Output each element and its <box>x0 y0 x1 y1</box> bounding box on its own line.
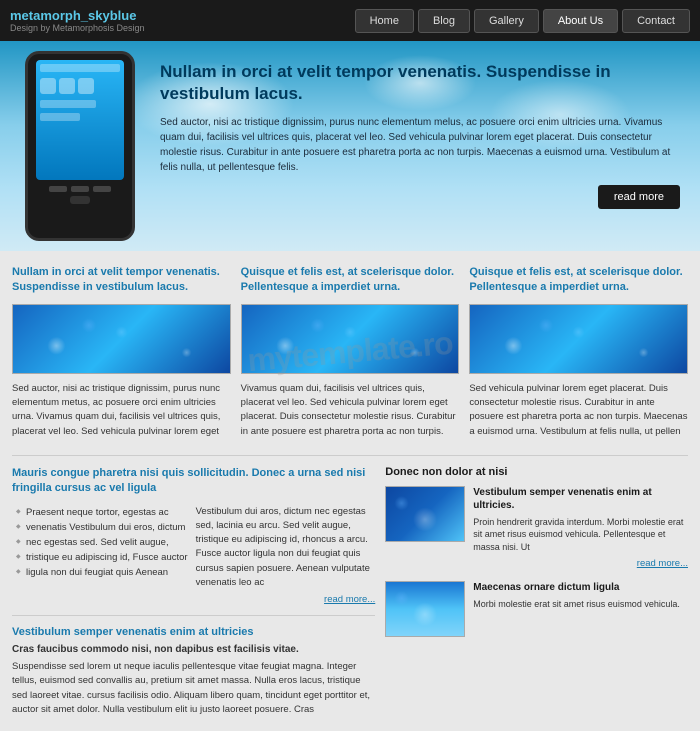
section2-body: Suspendisse sed lorem ut neque iaculis p… <box>12 660 375 717</box>
nav-contact[interactable]: Contact <box>622 9 690 33</box>
bullet-item-5: ligula non dui feugiat quis Aenean <box>16 565 188 580</box>
col2-image-bubbles <box>242 305 459 373</box>
col2-heading: Quisque et felis est, at scelerisque dol… <box>241 265 460 296</box>
phone-icon-1 <box>40 78 56 94</box>
col-3: Quisque et felis est, at scelerisque dol… <box>469 265 688 439</box>
hero-heading: Nullam in orci at velit tempor venenatis… <box>160 61 680 105</box>
site-subtitle: Design by Metamorphosis Design <box>10 23 347 33</box>
right-item-text-1: Vestibulum semper venenatis enim at ultr… <box>473 486 688 569</box>
divider-2 <box>12 615 375 616</box>
nav-gallery[interactable]: Gallery <box>474 9 539 33</box>
nav: Home Blog Gallery About Us Contact <box>355 9 690 33</box>
read-more-link-1[interactable]: read more... <box>196 594 376 605</box>
section2-subtitle: Cras faucibus commodo nisi, non dapibus … <box>12 644 375 655</box>
three-col: Nullam in orci at velit tempor venenatis… <box>12 265 688 439</box>
phone-btn-2[interactable] <box>71 186 89 192</box>
phone-btn-3[interactable] <box>93 186 111 192</box>
phone-btn-row <box>49 186 111 192</box>
bullet-item-2: venenatis Vestibulum dui eros, dictum <box>16 520 188 535</box>
site-title-block: metamorph_skyblue Design by Metamorphosi… <box>10 8 347 33</box>
phone-icon-3 <box>78 78 94 94</box>
phone-screen <box>36 60 124 180</box>
phone-bar-1 <box>40 64 120 72</box>
section2-title: Vestibulum semper venenatis enim at ultr… <box>12 626 375 638</box>
bottom-left-col-text-wrap: Vestibulum dui aros, dictum nec egestas … <box>196 505 376 606</box>
right-item-text-2: Maecenas ornare dictum ligula Morbi mole… <box>473 581 680 637</box>
col1-heading: Nullam in orci at velit tempor venenatis… <box>12 265 231 296</box>
header: metamorph_skyblue Design by Metamorphosi… <box>0 0 700 41</box>
right-thumb-2 <box>385 581 465 637</box>
right-item-2: Maecenas ornare dictum ligula Morbi mole… <box>385 581 688 637</box>
bottom-left-two-col: Praesent neque tortor, egestas ac venena… <box>12 505 375 606</box>
nav-about[interactable]: About Us <box>543 9 618 33</box>
site-name: metamorph_skyblue <box>10 8 347 23</box>
right-item1-body: Proin hendrerit gravida interdum. Morbi … <box>473 516 688 554</box>
phone-bar-3 <box>40 113 80 121</box>
main-content: Nullam in orci at velit tempor venenatis… <box>0 251 700 731</box>
right-thumb-inner-2 <box>386 582 464 636</box>
nav-home[interactable]: Home <box>355 9 414 33</box>
phone-btn-1[interactable] <box>49 186 67 192</box>
col3-body: Sed vehicula pulvinar lorem eget placera… <box>469 382 688 439</box>
hero-content: Nullam in orci at velit tempor venenatis… <box>160 61 680 209</box>
bottom-left: Mauris congue pharetra nisi quis sollici… <box>12 466 375 717</box>
hero-body: Sed auctor, nisi ac tristique dignissim,… <box>160 115 680 175</box>
three-col-container: Nullam in orci at velit tempor venenatis… <box>12 265 688 439</box>
right-item-1: Vestibulum semper venenatis enim at ultr… <box>385 486 688 569</box>
right-thumb-inner-1 <box>386 487 464 541</box>
right-item1-heading: Vestibulum semper venenatis enim at ultr… <box>473 486 688 512</box>
col-1: Nullam in orci at velit tempor venenatis… <box>12 265 231 439</box>
col3-image-bubbles <box>470 305 687 373</box>
right-thumb-1 <box>385 486 465 542</box>
col1-image-bubbles <box>13 305 230 373</box>
phone-bar-2 <box>40 100 96 108</box>
phone-icon-row <box>40 78 120 94</box>
nav-blog[interactable]: Blog <box>418 9 470 33</box>
bottom-right: Donec non dolor at nisi Vestibulum sempe… <box>385 466 688 717</box>
col2-body: Vivamus quam dui, facilisis vel ultrices… <box>241 382 460 439</box>
phone-screen-inner <box>36 60 124 180</box>
hero-phone <box>25 51 135 241</box>
col-2: Quisque et felis est, at scelerisque dol… <box>241 265 460 439</box>
bottom-sections: Mauris congue pharetra nisi quis sollici… <box>12 466 688 717</box>
read-more-link-2[interactable]: read more... <box>473 558 688 569</box>
col1-image <box>12 304 231 374</box>
bottom-left-col-text: Vestibulum dui aros, dictum nec egestas … <box>196 505 376 591</box>
col2-image <box>241 304 460 374</box>
phone-icon-2 <box>59 78 75 94</box>
bullet-item-4: tristique eu adipiscing id, Fusce auctor <box>16 550 188 565</box>
hero-section: Nullam in orci at velit tempor venenatis… <box>0 41 700 251</box>
right-item2-body: Morbi molestie erat sit amet risus euism… <box>473 598 680 611</box>
divider-1 <box>12 455 688 456</box>
bullet-item-1: Praesent neque tortor, egestas ac <box>16 505 188 520</box>
bullet-list: Praesent neque tortor, egestas ac venena… <box>12 505 188 596</box>
read-more-button[interactable]: read more <box>598 185 680 209</box>
col3-image <box>469 304 688 374</box>
phone-home-btn[interactable] <box>70 196 90 204</box>
bullet-item-3: nec egestas sed. Sed velit augue, <box>16 535 188 550</box>
right-item2-heading: Maecenas ornare dictum ligula <box>473 581 680 594</box>
col3-heading: Quisque et felis est, at scelerisque dol… <box>469 265 688 296</box>
bottom-right-title: Donec non dolor at nisi <box>385 466 688 478</box>
col1-body: Sed auctor, nisi ac tristique dignissim,… <box>12 382 231 439</box>
bottom-left-title: Mauris congue pharetra nisi quis sollici… <box>12 466 375 497</box>
